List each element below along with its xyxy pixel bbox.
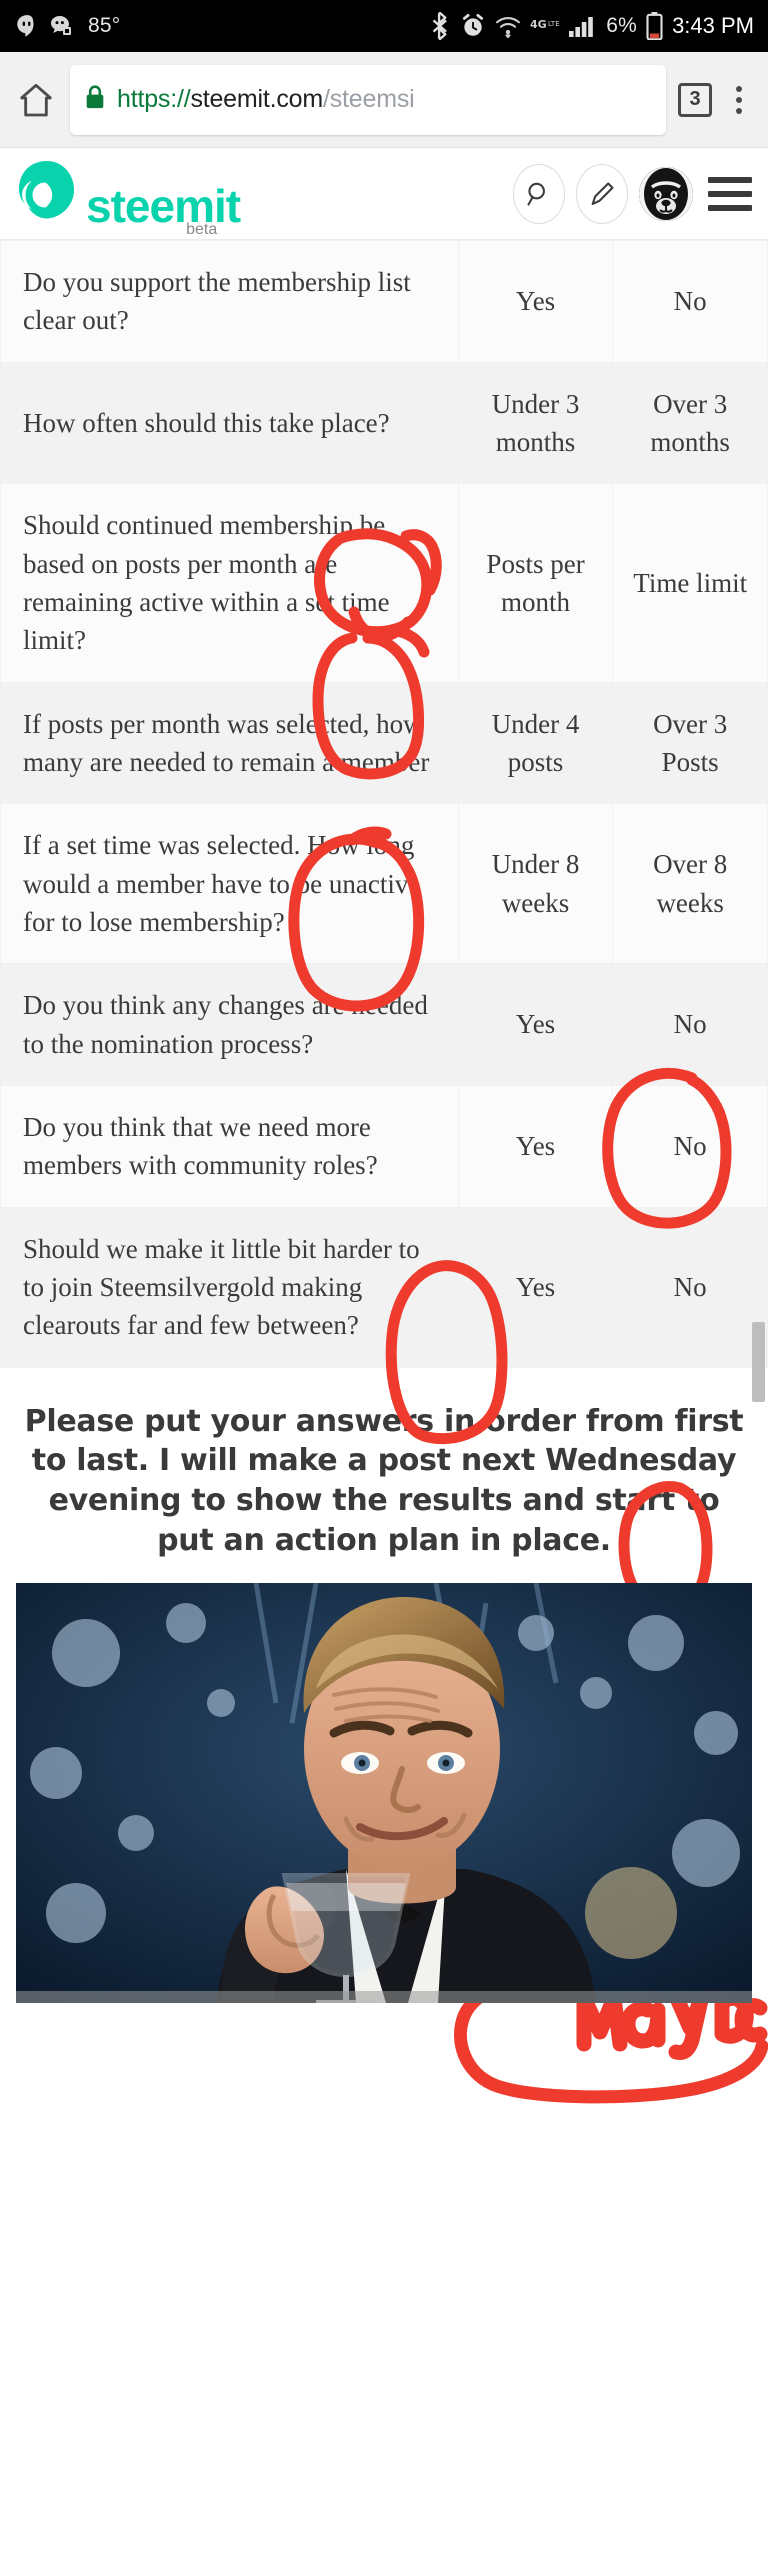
- beta-tag: beta: [186, 221, 218, 238]
- option-a-cell[interactable]: Yes: [457, 240, 614, 363]
- table-row: How often should this take place? Under …: [0, 361, 768, 485]
- option-a-cell[interactable]: Yes: [457, 1206, 614, 1368]
- bluetooth-icon: [430, 12, 451, 40]
- home-icon[interactable]: [14, 78, 58, 122]
- table-row: Should continued membership be based on …: [0, 483, 768, 683]
- url-scheme: https://: [117, 85, 191, 113]
- status-left-group: 85°: [14, 13, 120, 39]
- burger-line: [708, 204, 752, 211]
- kebab-dot: [736, 96, 742, 103]
- svg-text:LTE: LTE: [548, 20, 560, 28]
- option-b-cell[interactable]: Over 3 Posts: [612, 681, 768, 805]
- signal-bars-icon: [569, 14, 597, 38]
- android-status-bar: 85° 4G LTE 6% 3:43 PM: [0, 0, 768, 52]
- question-cell: Should continued membership be based on …: [0, 483, 459, 683]
- url-host: steemit.com: [190, 85, 323, 113]
- page-scrollbar-thumb[interactable]: [752, 1322, 765, 1402]
- option-a-cell[interactable]: Under 3 months: [457, 361, 614, 485]
- lock-icon: [84, 84, 106, 115]
- cheers-meme-image: [16, 1583, 752, 2004]
- table-row: If a set time was selected. How long wou…: [0, 803, 768, 965]
- steemit-logo-link[interactable]: steemit beta: [16, 158, 241, 238]
- survey-table-container: Do you support the membership list clear…: [0, 240, 768, 2104]
- battery-icon: [646, 12, 663, 40]
- weather-temperature: 85°: [88, 14, 121, 37]
- battery-percent-label: 6%: [606, 14, 638, 37]
- steemit-site-header: steemit beta: [0, 148, 768, 240]
- address-bar[interactable]: https://steemit.com/steemsi: [70, 64, 666, 135]
- option-b-cell[interactable]: No: [612, 963, 768, 1086]
- question-cell: If posts per month was selected, how man…: [0, 681, 459, 805]
- table-row: Do you support the membership list clear…: [0, 240, 768, 363]
- status-right-group: 4G LTE 6% 3:43 PM: [430, 12, 754, 40]
- meme-illustration: [16, 1583, 752, 2004]
- question-cell: Should we make it little bit harder to t…: [0, 1206, 459, 1368]
- burger-line: [708, 190, 752, 197]
- table-row: If posts per month was selected, how man…: [0, 681, 768, 805]
- question-cell: If a set time was selected. How long wou…: [0, 803, 459, 965]
- messages-icon: [50, 13, 78, 39]
- option-b-cell[interactable]: No: [612, 1084, 768, 1208]
- hangouts-icon: [14, 13, 40, 39]
- option-a-cell[interactable]: Under 4 posts: [457, 681, 614, 805]
- clock-time: 3:43 PM: [672, 13, 754, 38]
- survey-table-body: Do you support the membership list clear…: [0, 240, 768, 1368]
- url-path: /steemsi: [323, 85, 415, 113]
- question-cell: How often should this take place?: [0, 361, 459, 485]
- url-text: https://steemit.com/steemsi: [117, 85, 414, 114]
- option-b-cell[interactable]: Over 3 months: [612, 361, 768, 485]
- alarm-icon: [460, 13, 486, 39]
- option-b-cell[interactable]: Over 8 weeks: [612, 803, 768, 965]
- table-row: Do you think that we need more members w…: [0, 1084, 768, 1208]
- avatar[interactable]: [639, 166, 693, 221]
- question-cell: Do you think that we need more members w…: [0, 1084, 459, 1208]
- pencil-icon[interactable]: [576, 163, 628, 224]
- burger-line: [708, 176, 752, 183]
- browser-toolbar: https://steemit.com/steemsi 3: [0, 52, 768, 148]
- option-a-cell[interactable]: Under 8 weeks: [457, 803, 614, 965]
- lte-icon: 4G LTE: [530, 17, 560, 35]
- kebab-menu-icon[interactable]: [724, 85, 754, 114]
- table-row: Do you think any changes are needed to t…: [0, 963, 768, 1086]
- post-body: Please put your answers in order from fi…: [0, 1367, 768, 2004]
- option-b-cell[interactable]: No: [612, 240, 768, 363]
- option-b-cell[interactable]: No: [612, 1206, 768, 1368]
- hamburger-icon[interactable]: [708, 176, 752, 211]
- tab-counter-button[interactable]: 3: [678, 82, 712, 117]
- table-row: Should we make it little bit harder to t…: [0, 1206, 768, 1368]
- kebab-dot: [736, 85, 742, 92]
- question-cell: Do you think any changes are needed to t…: [0, 963, 459, 1086]
- header-actions: [513, 163, 752, 224]
- kebab-dot: [736, 107, 742, 114]
- svg-text:4G: 4G: [530, 18, 547, 31]
- survey-table: Do you support the membership list clear…: [0, 240, 768, 1368]
- question-cell: Do you support the membership list clear…: [0, 240, 459, 363]
- wifi-icon: [495, 14, 521, 38]
- lead-paragraph: Please put your answers in order from fi…: [24, 1403, 744, 1559]
- option-a-cell[interactable]: Posts per month: [457, 483, 614, 683]
- option-b-cell[interactable]: Time limit: [612, 483, 768, 683]
- steemit-logo-icon: [16, 158, 78, 229]
- option-a-cell[interactable]: Yes: [457, 963, 614, 1086]
- search-icon[interactable]: [513, 163, 565, 224]
- option-a-cell[interactable]: Yes: [457, 1084, 614, 1208]
